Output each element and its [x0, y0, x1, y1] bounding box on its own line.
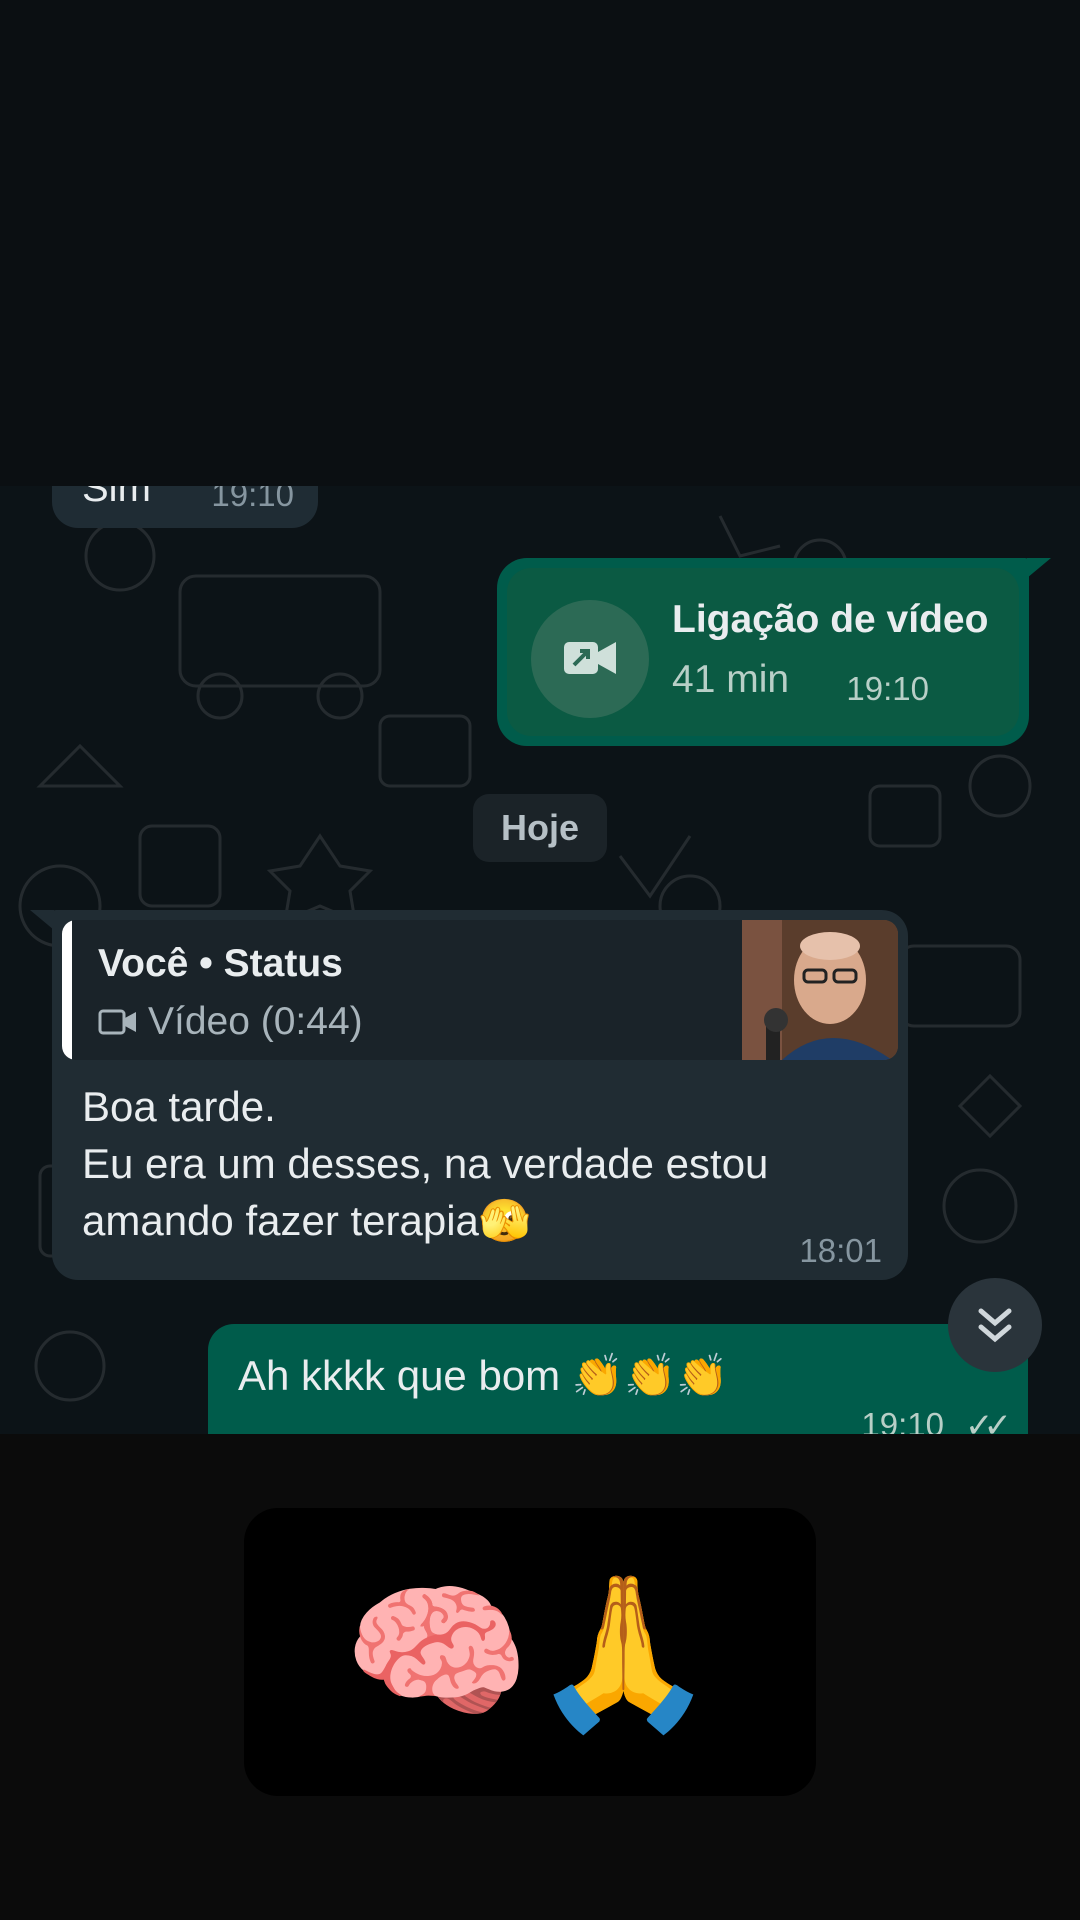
video-call-message[interactable]: Ligação de vídeo 41 min 19:10	[497, 558, 1051, 746]
scroll-to-bottom-button[interactable]	[948, 1278, 1042, 1372]
message-time: 19:10	[861, 1406, 944, 1434]
message-text: Sim	[82, 486, 151, 510]
quote-accent-bar	[62, 920, 72, 1060]
message-text: Ah kkkk que bom 👏👏👏	[238, 1352, 729, 1399]
quote-author: Você • Status	[98, 942, 343, 985]
message-time: 19:10	[211, 486, 294, 513]
outgoing-message-partial[interactable]: Ah kkkk que bom 👏👏👏 19:10 ✓✓	[208, 1324, 1028, 1434]
message-time: 18:01	[799, 1232, 882, 1269]
video-icon	[98, 1009, 136, 1035]
double-chevron-down-icon	[978, 1308, 1012, 1343]
read-ticks-icon: ✓✓	[965, 1407, 1012, 1434]
status-thumbnail[interactable]	[742, 920, 898, 1060]
video-call-card[interactable]: Ligação de vídeo 41 min	[507, 568, 1019, 736]
message-line: Boa tarde.	[82, 1083, 276, 1130]
quote-media-text: Vídeo (0:44)	[148, 1000, 363, 1043]
call-title: Ligação de vídeo	[672, 598, 989, 641]
quoted-status[interactable]: Você • Status Vídeo (0:44)	[62, 920, 898, 1060]
top-black-area	[0, 0, 1080, 486]
message-text: Boa tarde. Eu era um desses, na verdade …	[82, 1078, 882, 1249]
date-separator: Hoje	[473, 794, 607, 862]
caption-emoji-box: 🧠🙏	[244, 1508, 816, 1796]
message-line: Eu era um desses, na verdade estou	[82, 1140, 769, 1187]
incoming-message-partial[interactable]: Sim 19:10	[52, 486, 318, 528]
quote-media-label: Vídeo (0:44)	[98, 1000, 363, 1044]
video-call-icon	[531, 600, 649, 718]
chat-screenshot: Sim 19:10 Ligação de vídeo 41 min 19:10 …	[0, 486, 1080, 1434]
call-duration: 41 min	[672, 658, 790, 701]
message-line: amando fazer terapia🫣	[82, 1197, 532, 1244]
message-time: 19:10	[846, 670, 929, 707]
incoming-reply-message[interactable]: Você • Status Vídeo (0:44) Boa tarde. Eu…	[30, 910, 908, 1280]
